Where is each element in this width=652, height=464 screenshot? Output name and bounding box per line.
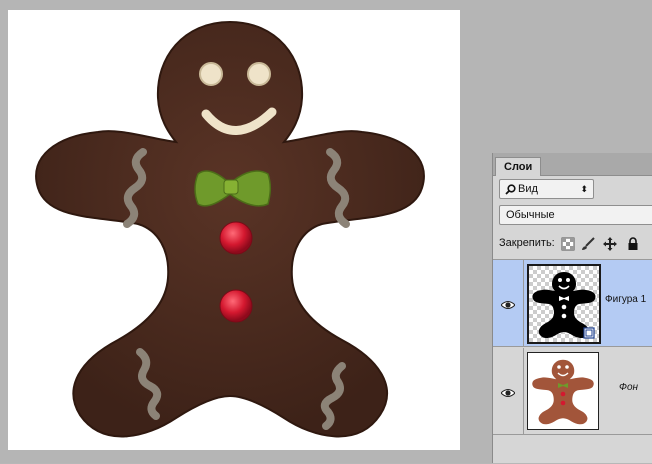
lock-icon[interactable] <box>626 236 640 250</box>
layer-thumbnail-figure <box>527 264 601 344</box>
layer-name-background: Фон <box>619 382 639 393</box>
visibility-toggle[interactable] <box>493 348 524 434</box>
lock-row: Закрепить: <box>493 231 652 255</box>
bow-tie-knot <box>223 179 239 195</box>
blend-mode-label: Обычные <box>506 209 555 221</box>
left-eye <box>199 62 223 86</box>
visibility-toggle[interactable] <box>493 260 524 346</box>
cookie-button-bottom <box>219 289 253 323</box>
panel-tabbar: Слои <box>493 153 652 176</box>
cookie-button-top <box>219 221 253 255</box>
right-eye <box>247 62 271 86</box>
lock-label: Закрепить: <box>499 237 555 249</box>
layer-thumbnail-background <box>527 352 599 430</box>
layer-row-background[interactable]: Фон <box>493 348 652 435</box>
brush-icon[interactable] <box>581 236 595 250</box>
lock-transparent-pixels-icon[interactable] <box>561 236 575 251</box>
eye-icon[interactable] <box>500 297 516 315</box>
document-canvas[interactable] <box>8 10 460 450</box>
layer-row-figure[interactable]: Фигура 1 <box>493 260 652 347</box>
layers-panel: Слои Вид ⬍ Обычные Закрепить: Фигура 1 Ф… <box>492 153 652 463</box>
layer-filter-select[interactable]: Вид ⬍ <box>499 179 594 199</box>
layer-name-figure: Фигура 1 <box>605 294 647 305</box>
search-icon <box>505 183 516 201</box>
tab-layers[interactable]: Слои <box>495 157 542 176</box>
layers-list: Фигура 1 Фон <box>493 259 652 464</box>
filter-label: Вид <box>518 183 538 195</box>
eye-icon[interactable] <box>500 385 516 403</box>
move-icon[interactable] <box>603 236 617 251</box>
gingerbread-man-artwork <box>35 20 425 438</box>
updown-arrows-icon: ⬍ <box>580 184 588 194</box>
blend-mode-select[interactable]: Обычные <box>499 205 652 225</box>
